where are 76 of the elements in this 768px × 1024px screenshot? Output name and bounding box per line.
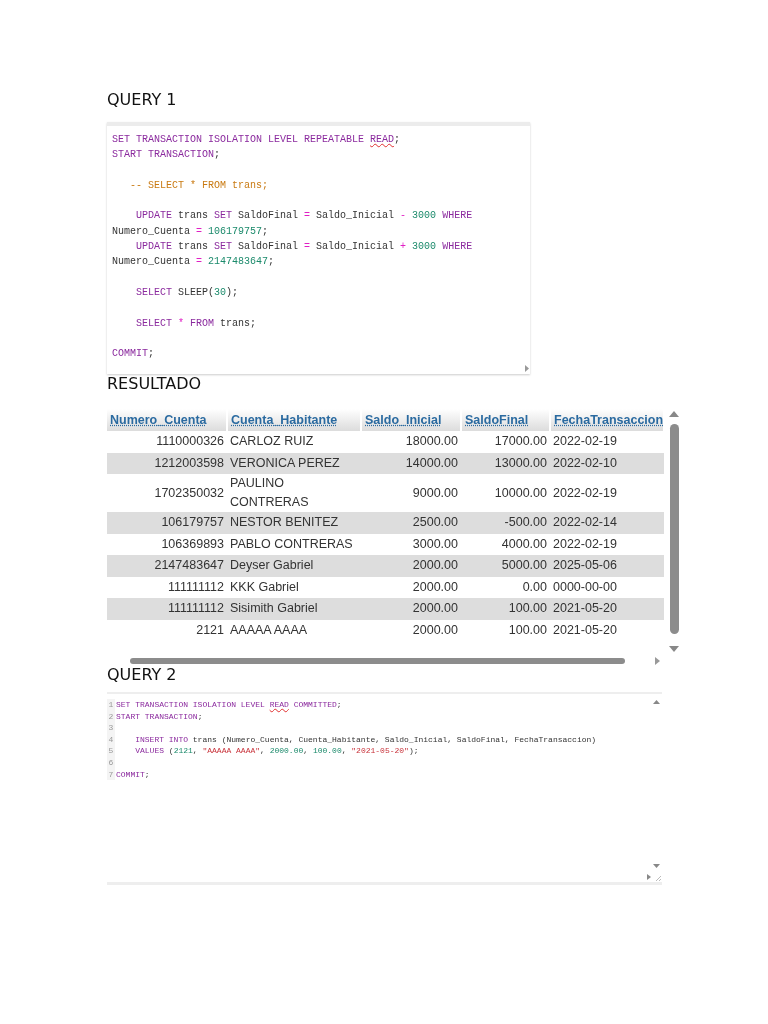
code-line: SET TRANSACTION ISOLATION LEVEL REPEATABLE READ;	[112, 133, 401, 147]
line-number: 1	[107, 699, 115, 711]
heading: RESULTADO	[107, 376, 202, 392]
code-line: START TRANSACTION;	[112, 148, 221, 163]
table-cell: 2000.00	[361, 598, 461, 620]
column-header[interactable]: Cuenta_Habitante	[227, 409, 361, 431]
table-cell: 3000.00	[361, 533, 461, 555]
line-number: 5	[107, 745, 115, 757]
table-cell: 13000.00	[461, 452, 550, 474]
code-line: SET TRANSACTION ISOLATION LEVEL READ COMMITTED;	[115, 699, 342, 711]
table-cell: 10000.00	[461, 474, 550, 512]
table-cell: 1702350032	[107, 474, 227, 512]
code-line: UPDATE trans SET SaldoFinal = Saldo_Inicial + 3000 WHERE	[135, 240, 473, 255]
table-cell: NESTOR BENITEZ	[227, 512, 361, 534]
heading: QUERY 2	[107, 666, 177, 684]
table-cell: PAULINO CONTRERAS	[227, 474, 361, 512]
resize-grip-icon[interactable]	[656, 876, 661, 881]
scroll-up-icon[interactable]	[669, 411, 679, 417]
code-line: -- SELECT * FROM trans;	[129, 178, 269, 193]
scroll-up-icon[interactable]	[653, 700, 660, 704]
table-cell: 111111112	[107, 598, 227, 620]
heading: QUERY 1	[107, 90, 177, 110]
line-number: 7	[107, 768, 115, 781]
table-cell: 14000.00	[361, 452, 461, 474]
table-cell: 2022-02-10	[550, 452, 664, 474]
table-cell: 1212003598	[107, 452, 227, 474]
column-header[interactable]: SaldoFinal	[461, 409, 550, 431]
table-cell: 2022-02-19	[550, 474, 664, 512]
code-line: Numero_Cuenta = 2147483647;	[112, 255, 275, 270]
table-cell: 4000.00	[461, 533, 550, 555]
table-cell: 2021-05-20	[550, 598, 664, 620]
line-number: 2	[107, 710, 115, 723]
scrollbar-thumb[interactable]	[669, 424, 679, 634]
column-header[interactable]: Numero_Cuenta	[107, 409, 227, 431]
code-line: SELECT SLEEP(30);	[135, 285, 239, 300]
table-cell: 9000.00	[361, 474, 461, 512]
line-number: 3	[107, 722, 115, 734]
table-cell: Sisimith Gabriel	[227, 598, 361, 620]
code-line: VALUES (2121, "AAAAA AAAA", 2000.00, 100.00, "2021-05-20");	[134, 745, 419, 757]
table-cell: 2147483647	[107, 555, 227, 577]
table-cell: 2500.00	[361, 512, 461, 534]
line-number: 4	[107, 733, 115, 746]
scroll-right-icon[interactable]	[525, 365, 529, 372]
table-cell: Deyser Gabriel	[227, 555, 361, 577]
code-line: INSERT INTO trans (Numero_Cuenta, Cuenta_Habitante, Saldo_Inicial, SaldoFinal, FechaTransaccion)	[134, 733, 597, 746]
table-cell: 111111112	[107, 576, 227, 598]
table-cell: 2022-02-19	[550, 533, 664, 555]
table-cell: 100.00	[461, 598, 550, 620]
table-cell: 2022-02-14	[550, 512, 664, 534]
code-line: Numero_Cuenta = 106179757;	[112, 224, 269, 239]
table-cell: -500.00	[461, 512, 550, 534]
line-number: 6	[107, 756, 115, 769]
table-cell: PABLO CONTRERAS	[227, 533, 361, 555]
scroll-right-icon[interactable]	[647, 874, 651, 880]
table-cell: 0.00	[461, 576, 550, 598]
code-line: COMMIT;	[115, 768, 150, 781]
code-line: COMMIT;	[112, 347, 155, 362]
code-editor[interactable]	[107, 122, 530, 374]
table-cell: 2025-05-06	[550, 555, 664, 577]
scroll-down-icon[interactable]	[653, 864, 660, 868]
scroll-right-icon[interactable]	[655, 657, 660, 665]
table-cell: 106369893	[107, 533, 227, 555]
table-cell: 2000.00	[361, 555, 461, 577]
table-cell: 5000.00	[461, 555, 550, 577]
code-line: UPDATE trans SET SaldoFinal = Saldo_Inicial - 3000 WHERE	[135, 209, 473, 224]
horizontal-scrollbar-thumb[interactable]	[130, 658, 625, 664]
table-cell: 0000-00-00	[550, 576, 664, 598]
table-cell: VERONICA PEREZ	[227, 452, 361, 474]
column-header[interactable]: Saldo_Inicial	[361, 409, 461, 431]
code-line: START TRANSACTION;	[115, 710, 203, 723]
table-cell: KKK Gabriel	[227, 576, 361, 598]
code-line: SELECT * FROM trans;	[135, 316, 257, 331]
column-header[interactable]: FechaTransaccion	[550, 409, 664, 431]
table-cell: 2000.00	[361, 576, 461, 598]
scroll-down-icon[interactable]	[669, 646, 679, 652]
table-cell: 106179757	[107, 512, 227, 534]
